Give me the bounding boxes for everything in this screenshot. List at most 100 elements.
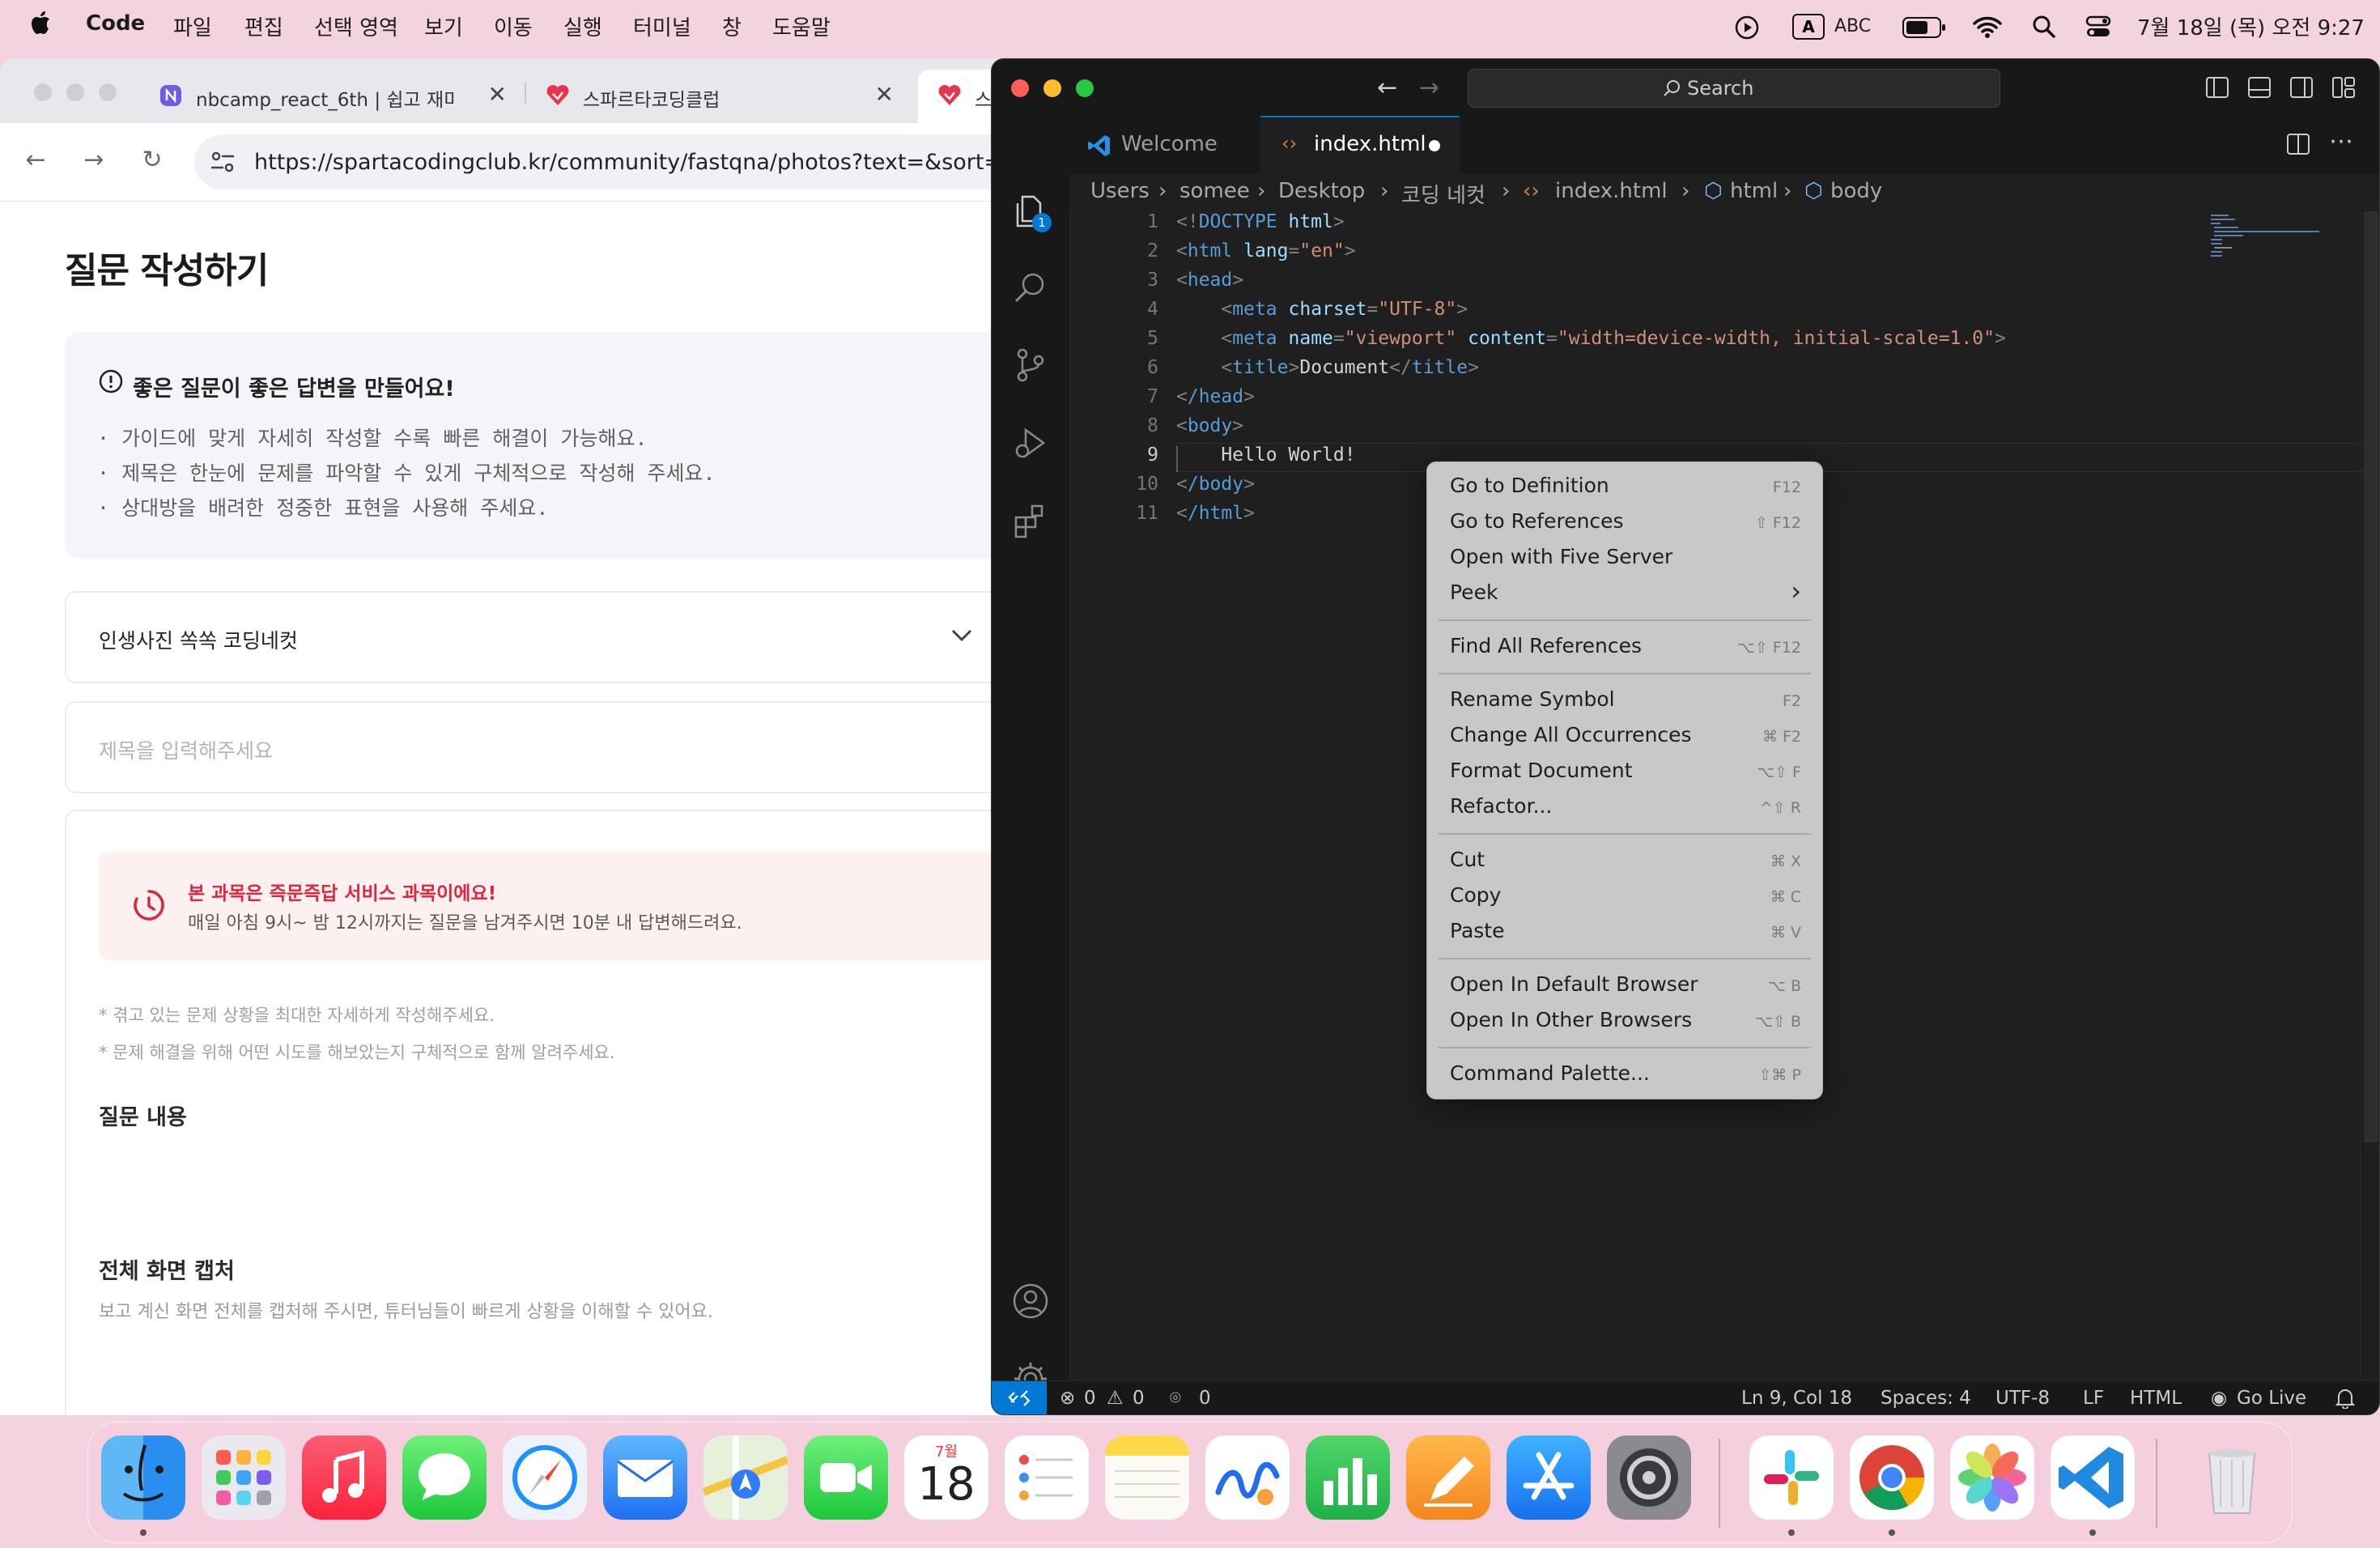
apple-icon[interactable] bbox=[31, 10, 53, 36]
breadcrumb-item[interactable]: Users bbox=[1090, 179, 1150, 203]
title-input[interactable]: 제목을 입력해주세요 bbox=[65, 701, 1004, 793]
nav-back-icon[interactable]: ← bbox=[1377, 74, 1397, 102]
zoom-window-button[interactable] bbox=[99, 83, 117, 101]
course-select[interactable]: 인생사진 쏙쏙 코딩네컷 bbox=[65, 591, 1004, 683]
command-center-search[interactable]: Search bbox=[1468, 69, 2000, 108]
tab-welcome[interactable]: Welcome bbox=[1069, 116, 1260, 174]
menu-app-name[interactable]: Code bbox=[86, 11, 145, 36]
screen-record-icon[interactable] bbox=[1734, 15, 1760, 40]
photos-icon[interactable] bbox=[1950, 1435, 2034, 1520]
numbers-icon[interactable] bbox=[1306, 1435, 1390, 1520]
chrome-icon[interactable] bbox=[1850, 1435, 1934, 1520]
warning-icon[interactable]: ⚠ bbox=[1107, 1388, 1124, 1409]
reload-icon[interactable]: ↻ bbox=[134, 142, 170, 178]
menu-item-paste[interactable]: Paste bbox=[1450, 919, 1504, 942]
mail-icon[interactable] bbox=[603, 1435, 687, 1520]
scrollbar-thumb[interactable] bbox=[2364, 211, 2378, 1142]
menu-selection[interactable]: 선택 영역 bbox=[314, 11, 398, 41]
menu-terminal[interactable]: 터미널 bbox=[633, 11, 691, 41]
facetime-icon[interactable] bbox=[804, 1435, 888, 1520]
finder-icon[interactable] bbox=[101, 1435, 185, 1520]
reminders-icon[interactable] bbox=[1005, 1435, 1089, 1520]
input-source-label[interactable]: ABC bbox=[1834, 16, 1871, 36]
input-source-badge[interactable]: A bbox=[1792, 14, 1825, 40]
warning-count[interactable]: 0 bbox=[1133, 1388, 1145, 1409]
menu-item-format-document[interactable]: Format Document bbox=[1450, 759, 1633, 782]
ports-count[interactable]: 0 bbox=[1199, 1388, 1211, 1409]
close-tab-icon[interactable]: ✕ bbox=[875, 81, 894, 108]
zoom-window-button[interactable] bbox=[1076, 79, 1094, 97]
menu-help[interactable]: 도움말 bbox=[772, 11, 831, 41]
toggle-primary-sidebar-icon[interactable] bbox=[2206, 77, 2229, 98]
menu-item-go-to-definition[interactable]: Go to Definition bbox=[1450, 474, 1609, 497]
launchpad-icon[interactable] bbox=[202, 1435, 286, 1520]
menu-item-peek[interactable]: Peek bbox=[1450, 580, 1498, 604]
menu-item-cut[interactable]: Cut bbox=[1450, 848, 1485, 871]
notifications-bell-icon[interactable] bbox=[2335, 1388, 2355, 1409]
menu-view[interactable]: 보기 bbox=[424, 11, 463, 41]
forward-arrow-icon[interactable]: → bbox=[76, 142, 112, 178]
pages-icon[interactable] bbox=[1406, 1435, 1490, 1520]
breadcrumb-item[interactable]: body bbox=[1830, 179, 1882, 203]
go-live-button[interactable]: Go Live bbox=[2237, 1388, 2306, 1409]
editor-scrollbar[interactable] bbox=[2360, 211, 2379, 1380]
notes-icon[interactable] bbox=[1105, 1435, 1189, 1520]
breadcrumb-item[interactable]: html bbox=[1730, 179, 1778, 203]
messages-icon[interactable] bbox=[402, 1435, 487, 1520]
menu-clock[interactable]: 7월 18일 (목) 오전 9:27 bbox=[2137, 11, 2365, 41]
indentation[interactable]: Spaces: 4 bbox=[1881, 1388, 1971, 1409]
menu-item-rename-symbol[interactable]: Rename Symbol bbox=[1450, 687, 1615, 711]
calendar-icon[interactable]: 7월 18 bbox=[904, 1435, 988, 1520]
menu-item-go-to-references[interactable]: Go to References bbox=[1450, 509, 1624, 533]
safari-icon[interactable] bbox=[503, 1435, 587, 1520]
menu-item-command-palette[interactable]: Command Palette... bbox=[1450, 1061, 1650, 1085]
back-arrow-icon[interactable]: ← bbox=[18, 142, 53, 178]
unsaved-dot-icon[interactable] bbox=[1429, 140, 1440, 151]
more-actions-icon[interactable]: ⋯ bbox=[2329, 127, 2353, 155]
remote-indicator[interactable] bbox=[992, 1381, 1047, 1414]
music-icon[interactable] bbox=[302, 1435, 386, 1520]
cursor-position[interactable]: Ln 9, Col 18 bbox=[1741, 1388, 1852, 1409]
menu-item-open-five-server[interactable]: Open with Five Server bbox=[1450, 545, 1672, 568]
nav-forward-icon[interactable]: → bbox=[1419, 74, 1439, 102]
breadcrumb-item[interactable]: 코딩 네컷 bbox=[1401, 179, 1485, 209]
close-tab-icon[interactable]: ✕ bbox=[488, 81, 507, 108]
tab-index-html[interactable]: ‹› index.html bbox=[1260, 116, 1460, 174]
error-count[interactable]: 0 bbox=[1084, 1388, 1096, 1409]
line-ending[interactable]: LF bbox=[2083, 1388, 2104, 1409]
browser-tab-nbcamp[interactable]: nbcamp_react_6th | 쉽고 재미있 ✕ bbox=[139, 70, 525, 123]
customize-layout-icon[interactable] bbox=[2332, 77, 2355, 98]
menu-item-find-all-references[interactable]: Find All References bbox=[1450, 634, 1642, 657]
broadcast-icon[interactable]: ⌾ bbox=[1170, 1388, 1181, 1409]
maps-icon[interactable] bbox=[703, 1435, 788, 1520]
toggle-secondary-sidebar-icon[interactable] bbox=[2290, 77, 2313, 98]
toggle-panel-icon[interactable] bbox=[2248, 77, 2271, 98]
trash-icon[interactable] bbox=[2190, 1435, 2274, 1520]
minimize-window-button[interactable] bbox=[66, 83, 84, 101]
app-store-icon[interactable] bbox=[1507, 1435, 1591, 1520]
menu-go[interactable]: 이동 bbox=[494, 11, 533, 41]
slack-icon[interactable] bbox=[1749, 1435, 1834, 1520]
menu-edit[interactable]: 편집 bbox=[244, 11, 283, 41]
address-bar[interactable]: https://spartacodingclub.kr/community/fa… bbox=[194, 134, 1004, 189]
error-icon[interactable]: ⊗ bbox=[1060, 1388, 1075, 1409]
spotlight-search-icon[interactable] bbox=[2032, 15, 2056, 39]
minimize-window-button[interactable] bbox=[1043, 79, 1061, 97]
breadcrumb-item[interactable]: index.html bbox=[1555, 179, 1668, 203]
minimap[interactable] bbox=[2208, 211, 2321, 260]
vscode-icon[interactable] bbox=[2051, 1435, 2135, 1520]
menu-item-open-other-browsers[interactable]: Open In Other Browsers bbox=[1450, 1008, 1692, 1031]
menu-item-open-default-browser[interactable]: Open In Default Browser bbox=[1450, 972, 1698, 996]
menu-item-change-all-occurrences[interactable]: Change All Occurrences bbox=[1450, 723, 1692, 746]
go-live-icon[interactable]: ◉ bbox=[2211, 1388, 2227, 1409]
menu-file[interactable]: 파일 bbox=[173, 11, 212, 41]
breadcrumb-item[interactable]: Desktop bbox=[1278, 179, 1365, 203]
split-editor-icon[interactable] bbox=[2287, 134, 2310, 155]
battery-icon[interactable] bbox=[1902, 16, 1946, 39]
language-mode[interactable]: HTML bbox=[2130, 1388, 2182, 1409]
menu-item-refactor[interactable]: Refactor... bbox=[1450, 794, 1552, 818]
site-settings-icon[interactable] bbox=[209, 149, 236, 175]
menu-window[interactable]: 창 bbox=[722, 11, 742, 41]
control-center-icon[interactable] bbox=[2085, 15, 2111, 39]
menu-run[interactable]: 실행 bbox=[563, 11, 602, 41]
